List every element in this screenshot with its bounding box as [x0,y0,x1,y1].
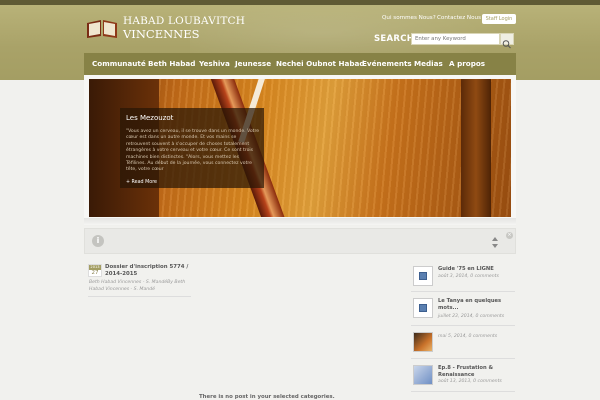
search-input[interactable] [411,33,500,45]
post-date-badge: 2013 27 [88,264,102,277]
sidebar-divider [411,391,515,392]
arrow-up-icon[interactable] [492,237,498,241]
sidebar-item[interactable]: mai 5, 2014, 0 comments [411,330,515,360]
read-more-link[interactable]: + Read More [126,180,157,185]
sidebar-item-title[interactable]: Guide '75 en LIGNE [438,266,514,273]
nav-item-yeshiva[interactable]: Yeshiva [199,53,230,75]
door-post [461,79,491,217]
sidebar-item-title[interactable]: Le Tanya en quelques mots... [438,298,514,312]
search-button[interactable] [500,33,514,49]
sidebar-item[interactable]: Le Tanya en quelques mots... juillet 23,… [411,296,515,326]
book-icon [87,20,117,38]
slider-shadow [84,218,516,226]
post-divider [88,296,191,297]
nav-item-a-propos[interactable]: A propos [449,53,485,75]
staff-login-button[interactable]: Staff Login [482,14,516,24]
slide-title[interactable]: Les Mezouzot [126,114,173,122]
nav-item-nechei-oubnot-habad[interactable]: Nechei Oubnot Habad [276,53,364,75]
sidebar-item[interactable]: Guide '75 en LIGNE août 3, 2014, 0 comme… [411,264,515,294]
nav-item-beth-habad[interactable]: Beth Habad [148,53,195,75]
sidebar-divider [411,358,515,359]
thumbnail [413,365,433,385]
site-logo[interactable]: HABAD LOUBAVITCH VINCENNES [85,13,245,43]
thumbnail [413,332,433,352]
slide-excerpt: "Vous avez un cerveau, il se trouve dans… [126,129,260,173]
post-meta: Beth Habad Vincennes - S. MandéBy Beth H… [89,280,186,292]
sidebar-divider [411,291,515,292]
slide-caption: Les Mezouzot "Vous avez un cerveau, il s… [120,108,264,188]
image-placeholder-icon [419,304,427,312]
post-date-day: 27 [91,270,99,276]
contact-link[interactable]: Contactez Nous [437,15,481,21]
logo-line-1: HABAD LOUBAVITCH [123,15,246,27]
about-link[interactable]: Qui sommes Nous? [382,15,436,21]
sidebar-item-meta: août 3, 2014, 0 comments [438,274,499,279]
search-icon [502,40,511,49]
nav-item-evenements[interactable]: Evénements [362,53,412,75]
nav-item-medias[interactable]: Medias [414,53,443,75]
nav-item-jeunesse[interactable]: Jeunesse [235,53,271,75]
search-label: SEARCH [374,34,415,44]
close-icon[interactable]: × [506,232,513,239]
main-nav: Communauté Beth Habad Yeshiva Jeunesse N… [84,53,516,75]
thumbnail [413,266,433,286]
thumbnail [413,298,433,318]
arrow-down-icon[interactable] [492,244,498,248]
sidebar-item[interactable]: Ep.8 - Frustation & Renaissance août 13,… [411,363,515,393]
info-icon: i [92,235,104,247]
sidebar-item-title[interactable]: Ep.8 - Frustation & Renaissance [438,365,514,379]
sidebar-item-meta: mai 5, 2014, 0 comments [438,334,498,339]
logo-line-2: VINCENNES [123,27,200,41]
sidebar-item-meta: août 13, 2013, 0 comments [438,379,502,384]
sidebar-divider [411,325,515,326]
image-placeholder-icon [419,272,427,280]
empty-message: There is no post in your selected catego… [199,394,335,400]
info-bar [84,228,516,254]
sidebar-item-meta: juillet 23, 2014, 0 comments [438,314,505,319]
post-title[interactable]: Dossier d'inscription 5774 / 2014-2015 [105,264,195,278]
nav-item-communaute[interactable]: Communauté [92,53,146,75]
